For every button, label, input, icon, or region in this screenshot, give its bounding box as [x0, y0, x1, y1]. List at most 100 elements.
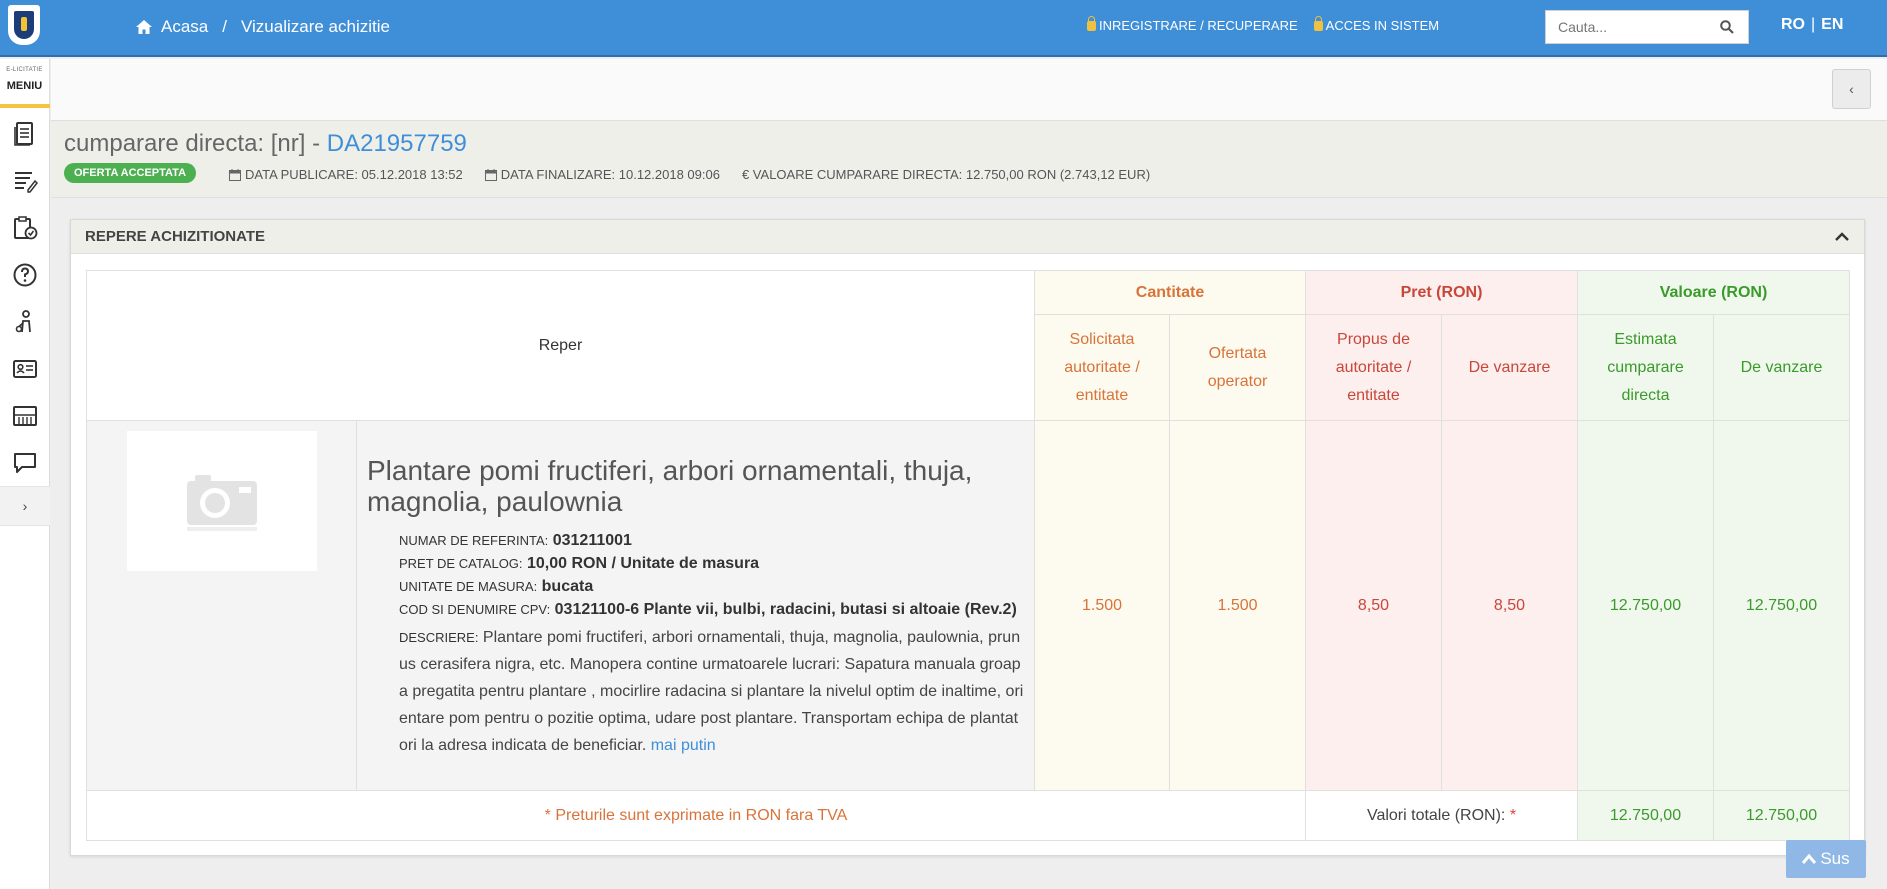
register-link-label: INREGISTRARE / RECUPERARE — [1099, 18, 1298, 33]
sidebar: E-LICITATIE MENIU › — [0, 59, 50, 889]
reference-label: NUMAR DE REFERINTA: — [399, 533, 549, 548]
item-title: Plantare pomi fructiferi, arbori ornamen… — [367, 455, 973, 517]
sidebar-item-chat[interactable] — [0, 439, 50, 486]
propus-value: 8,50 — [1305, 420, 1442, 791]
login-link[interactable]: ACCES IN SISTEM — [1313, 15, 1440, 33]
description-label: DESCRIERE: — [399, 630, 479, 645]
solicitata-header: Solicitata autoritate / entitate — [1034, 314, 1170, 421]
search-box — [1545, 10, 1749, 44]
sidebar-item-person[interactable] — [0, 298, 50, 345]
prices-note: * Preturile sunt exprimate in RON fara T… — [86, 790, 1306, 841]
total-estimata-value: 12.750,00 — [1577, 790, 1714, 841]
collapse-panel-button[interactable]: ‹ — [1832, 69, 1871, 109]
item-description: DESCRIERE: Plantare pomi fructiferi, arb… — [399, 624, 1024, 759]
title-prefix: cumparare directa: [nr] - — [64, 130, 321, 157]
cantitate-header: Cantitate — [1034, 270, 1306, 315]
scroll-to-top-button[interactable]: Sus — [1786, 840, 1866, 878]
pret-de-vanzare-value: 8,50 — [1441, 420, 1578, 791]
home-icon[interactable] — [135, 19, 153, 35]
site-logo[interactable] — [8, 5, 40, 45]
item-image[interactable] — [126, 431, 317, 571]
top-bar: Acasa / Vizualizare achizitie INREGISTRA… — [0, 0, 1887, 57]
login-link-label: ACCES IN SISTEM — [1325, 18, 1440, 33]
breadcrumb-separator: / — [222, 17, 227, 36]
finalize-date: DATA FINALIZARE: 10.12.2018 09:06 — [484, 167, 720, 182]
chevron-right-icon: › — [22, 498, 28, 514]
chevron-up-icon — [1802, 853, 1817, 864]
totals-label-text: Valori totale (RON): — [1366, 806, 1506, 824]
chevron-up-icon[interactable] — [1834, 229, 1850, 245]
propus-header: Propus de autoritate / entitate — [1305, 314, 1442, 421]
lang-separator: | — [1811, 16, 1816, 33]
direct-purchase-value-label: € VALOARE CUMPARARE DIRECTA: 12.750,00 R… — [741, 167, 1151, 182]
estimata-value: 12.750,00 — [1577, 420, 1714, 791]
catalog-label: PRET DE CATALOG: — [399, 556, 523, 571]
finalize-date-label: DATA FINALIZARE: 10.12.2018 09:06 — [500, 167, 720, 182]
purchased-items-panel: REPERE ACHIZITIONATE Reper Cantitate Pre… — [70, 219, 1865, 856]
id-card-icon — [13, 359, 37, 378]
unit-value: bucata — [541, 578, 594, 595]
help-icon — [13, 263, 37, 286]
ofertata-header: Ofertata operator — [1169, 314, 1306, 421]
chevron-left-icon: ‹ — [1849, 81, 1854, 97]
breadcrumb: Acasa / Vizualizare achizitie — [135, 17, 390, 37]
reference-number: NUMAR DE REFERINTA: 031211001 — [399, 529, 1024, 552]
total-vanzare-value: 12.750,00 — [1713, 790, 1850, 841]
lang-ro-link[interactable]: RO — [1781, 16, 1805, 34]
sidebar-item-catalog[interactable] — [0, 392, 50, 439]
procurement-meta: DATA PUBLICARE: 05.12.2018 13:52 DATA FI… — [229, 167, 1150, 182]
user-icon — [1087, 15, 1096, 31]
person-icon — [15, 309, 31, 332]
document-icon — [14, 121, 33, 146]
search-input[interactable] — [1546, 12, 1706, 42]
valoare-de-vanzare-value: 12.750,00 — [1713, 420, 1850, 791]
calendar-icon — [484, 168, 497, 181]
chat-icon — [14, 452, 36, 473]
panel-header[interactable]: REPERE ACHIZITIONATE — [71, 220, 1864, 254]
solicitata-value: 1.500 — [1034, 420, 1170, 791]
toolbar: ‹ — [51, 59, 1887, 121]
sidebar-item-clipboard[interactable] — [0, 204, 50, 251]
cpv-code: COD SI DENUMIRE CPV: 03121100-6 Plante v… — [399, 598, 1024, 621]
cpv-value: 03121100-6 Plante vii, bulbi, radacini, … — [554, 601, 1017, 618]
sidebar-item-list[interactable] — [0, 157, 50, 204]
camera-placeholder-icon — [186, 475, 257, 531]
sidebar-expand-button[interactable]: › — [0, 486, 50, 526]
search-icon[interactable] — [1720, 20, 1734, 34]
shield-logo-icon — [14, 11, 34, 39]
register-link[interactable]: INREGISTRARE / RECUPERARE — [1087, 15, 1298, 33]
item-details: NUMAR DE REFERINTA: 031211001 PRET DE CA… — [367, 529, 1024, 759]
estimata-header: Estimata cumparare directa — [1577, 314, 1714, 421]
valoare-de-vanzare-header: De vanzare — [1713, 314, 1850, 421]
sidebar-item-documents[interactable] — [0, 110, 50, 157]
breadcrumb-current: Vizualizare achizitie — [240, 17, 390, 36]
unit-of-measure: UNITATE DE MASURA: bucata — [399, 575, 1024, 598]
clipboard-check-icon — [14, 215, 38, 239]
procurement-code: DA21957759 — [326, 130, 467, 157]
totals-required-mark: * — [1509, 806, 1517, 824]
reper-header: Reper — [86, 270, 1035, 421]
catalog-price: PRET DE CATALOG: 10,00 RON / Unitate de … — [399, 552, 1024, 575]
table-row: Plantare pomi fructiferi, arbori ornamen… — [86, 420, 1850, 791]
menu-label[interactable]: MENIU — [0, 80, 49, 92]
top-links: INREGISTRARE / RECUPERARE ACCES IN SISTE… — [1087, 15, 1440, 33]
page-title: cumparare directa: [nr] - DA21957759 — [64, 130, 467, 158]
table-header-row: Reper Cantitate Pret (RON) Valoare (RON) — [86, 270, 1850, 421]
cpv-label: COD SI DENUMIRE CPV: — [399, 602, 551, 617]
description-value: Plantare pomi fructiferi, arbori ornamen… — [399, 629, 1024, 754]
ofertata-value: 1.500 — [1169, 420, 1306, 791]
reference-value: 031211001 — [552, 532, 632, 549]
totals-label: Valori totale (RON): * — [1305, 790, 1578, 841]
lang-en-link[interactable]: EN — [1821, 16, 1843, 34]
sidebar-brand: E-LICITATIE — [6, 67, 43, 73]
list-edit-icon — [15, 171, 38, 193]
sidebar-item-id-card[interactable] — [0, 345, 50, 392]
breadcrumb-home-link[interactable]: Acasa — [161, 17, 208, 37]
publish-date-label: DATA PUBLICARE: 05.12.2018 13:52 — [245, 167, 463, 182]
show-less-link[interactable]: mai putin — [651, 737, 716, 754]
pret-de-vanzare-header: De vanzare — [1441, 314, 1578, 421]
scroll-to-top-label: Sus — [1820, 849, 1850, 868]
direct-purchase-value: € VALOARE CUMPARARE DIRECTA: 12.750,00 R… — [742, 167, 1150, 182]
sidebar-item-help[interactable] — [0, 251, 50, 298]
calendar-icon — [229, 168, 241, 181]
